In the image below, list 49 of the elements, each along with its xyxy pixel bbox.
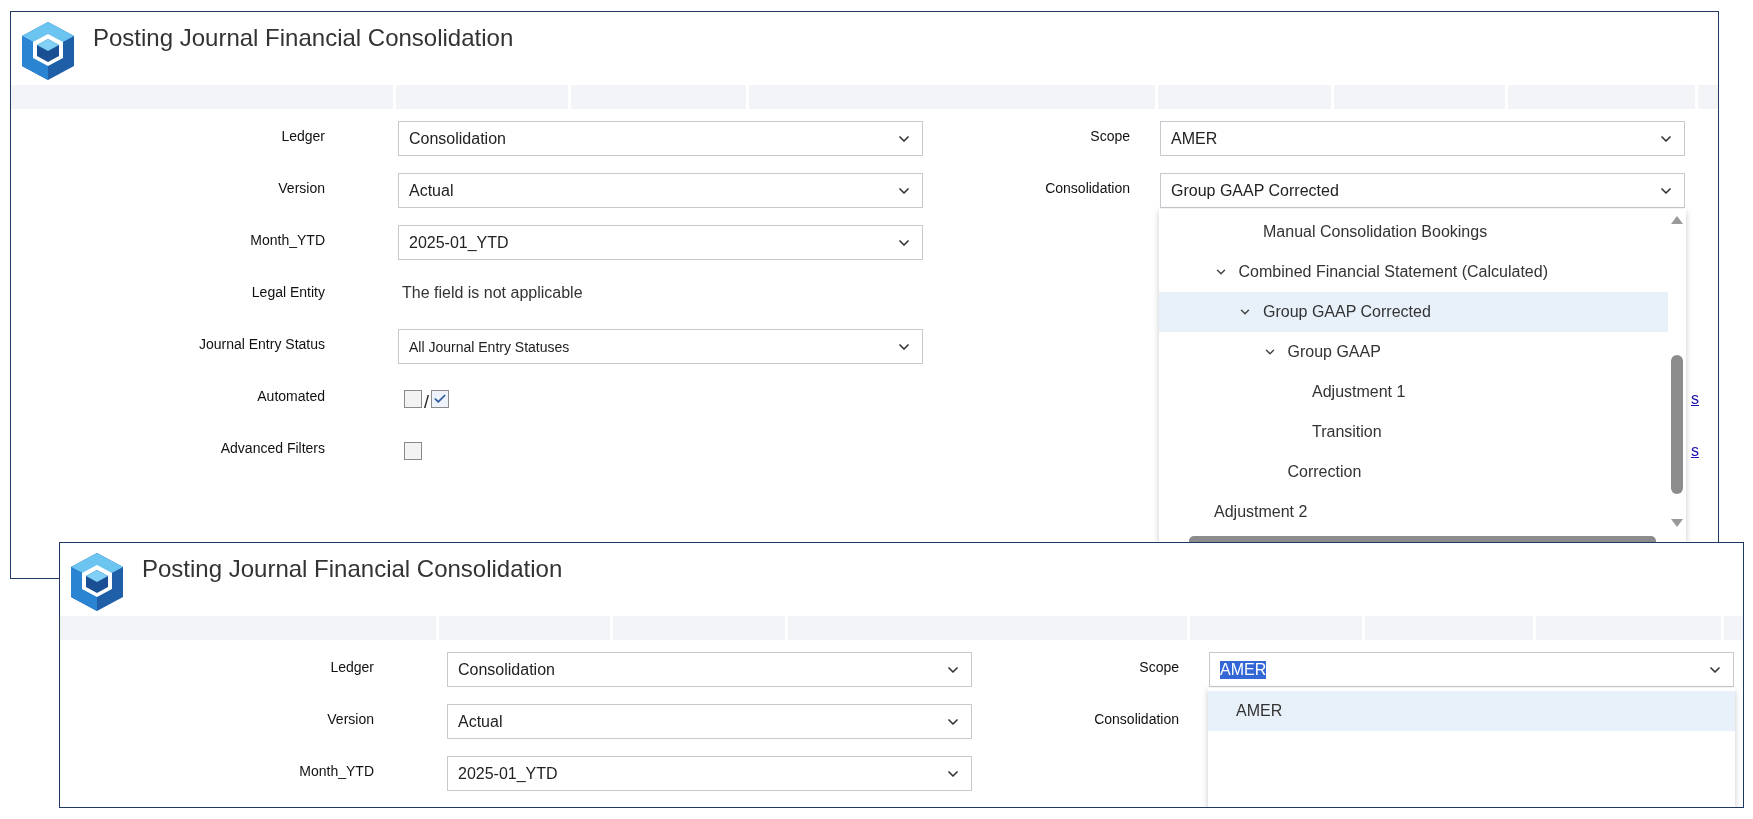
dropdown-option[interactable]: Adjustment 1: [1159, 372, 1668, 412]
field-label: Legal Entity: [250, 283, 325, 300]
dropdown-option[interactable]: Correction: [1159, 452, 1668, 492]
dropdown-option[interactable]: Combined Financial Statement (Calculated): [1159, 252, 1668, 292]
select-field[interactable]: Actual: [398, 173, 923, 208]
select-field[interactable]: All Journal Entry Statuses: [398, 329, 923, 364]
dropdown-option[interactable]: Transition: [1159, 412, 1668, 452]
select-field[interactable]: Actual: [447, 704, 972, 739]
window-title: Posting Journal Financial Consolidation: [93, 24, 514, 52]
select-field[interactable]: 2025-01_YTD: [447, 756, 972, 791]
column-header: [1723, 616, 1743, 640]
link[interactable]: s: [1691, 441, 1699, 460]
selected-text: AMER: [1220, 660, 1267, 679]
field-label: Month_YTD: [249, 231, 325, 248]
select-field[interactable]: Consolidation: [447, 652, 972, 687]
field-label: Consolidation: [1093, 710, 1179, 727]
field-note: The field is not applicable: [401, 283, 584, 302]
checkbox[interactable]: [404, 441, 422, 460]
scroll-down-icon[interactable]: [1670, 518, 1684, 528]
field-label: Scope: [1089, 127, 1130, 144]
link[interactable]: s: [1691, 389, 1699, 408]
field-label: Version: [277, 179, 325, 196]
field-label: Month_YTD: [298, 762, 374, 779]
separator-text: /: [424, 392, 429, 413]
field-label: Consolidation: [1044, 179, 1130, 196]
select-field[interactable]: 2025-01_YTD: [398, 225, 923, 260]
dropdown-option[interactable]: Group GAAP Corrected: [1159, 292, 1668, 332]
field-label: Version: [326, 710, 374, 727]
scrollbar-thumb[interactable]: [1671, 355, 1683, 494]
checkbox[interactable]: [431, 389, 449, 408]
checkbox[interactable]: [404, 389, 422, 408]
field-label: Journal Entry Status: [197, 335, 325, 352]
field-label: Scope: [1138, 658, 1179, 675]
dropdown-option[interactable]: AMER: [1208, 691, 1735, 731]
window-title: Posting Journal Financial Consolidation: [142, 555, 563, 583]
column-header: [1698, 85, 1718, 109]
dropdown-option[interactable]: Group GAAP: [1159, 332, 1668, 372]
dropdown-option[interactable]: Adjustment 2: [1159, 492, 1668, 532]
scroll-up-icon[interactable]: [1670, 215, 1684, 225]
horizontal-scrollbar-thumb[interactable]: [1189, 536, 1656, 542]
field-label: Ledger: [280, 127, 325, 144]
field-label: Automated: [256, 387, 325, 404]
app-logo: [19, 20, 77, 82]
select-field[interactable]: Consolidation: [398, 121, 923, 156]
field-label: Ledger: [329, 658, 374, 675]
dropdown-option[interactable]: Manual Consolidation Bookings: [1159, 212, 1668, 252]
select-field[interactable]: AMER: [1160, 121, 1685, 156]
app-logo: [68, 551, 126, 613]
field-label: Advanced Filters: [219, 439, 325, 456]
